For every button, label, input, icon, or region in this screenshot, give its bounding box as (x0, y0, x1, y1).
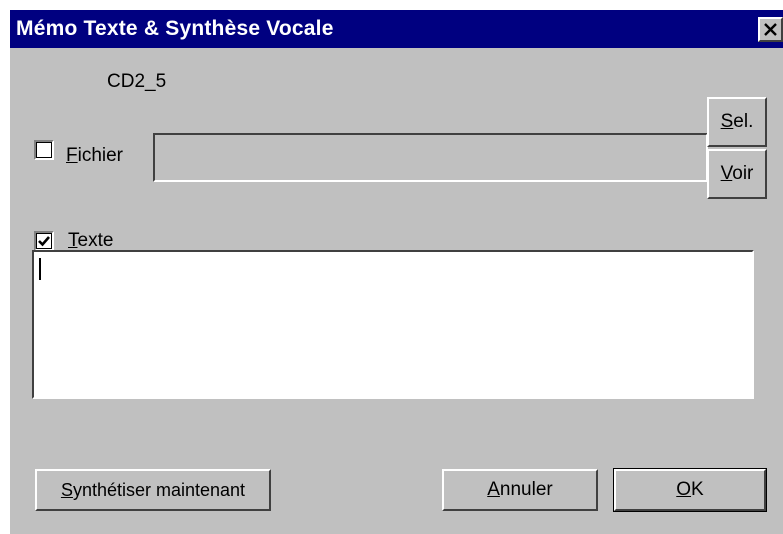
texte-label-text: exte (77, 230, 114, 251)
title-bar[interactable]: Mémo Texte & Synthèse Vocale (10, 10, 783, 48)
texte-label[interactable]: Texte (68, 230, 113, 252)
close-button[interactable] (758, 17, 783, 42)
synth-mnemonic: S (60, 480, 73, 500)
ok-mnemonic: O (676, 479, 692, 500)
voir-label-text: oir (732, 163, 754, 184)
close-icon (764, 23, 777, 36)
annuler-label-text: nnuler (499, 479, 553, 500)
checkmark-icon (38, 236, 50, 247)
select-file-button[interactable]: Sel. (707, 97, 767, 147)
view-file-button[interactable]: Voir (707, 149, 767, 199)
annuler-mnemonic: A (487, 479, 500, 500)
ok-label-text: K (691, 479, 704, 500)
fichier-label[interactable]: Fichier (66, 145, 123, 167)
synth-label-text: ynthétiser maintenant (72, 480, 246, 500)
texte-mnemonic: T (68, 230, 78, 251)
ok-button[interactable]: OK (613, 468, 767, 512)
text-input-area[interactable] (32, 250, 754, 399)
cancel-button[interactable]: Annuler (442, 469, 598, 511)
fichier-path-field (153, 133, 708, 182)
sel-label-text: el. (733, 111, 754, 132)
item-id-label: CD2_5 (107, 71, 167, 92)
dialog-window: Mémo Texte & Synthèse Vocale CD2_5 Fichi… (10, 10, 783, 534)
window-title: Mémo Texte & Synthèse Vocale (16, 17, 334, 40)
sel-mnemonic: S (720, 111, 734, 132)
fichier-label-text: ichier (77, 145, 124, 166)
synthesize-now-button[interactable]: Synthétiser maintenant (35, 469, 271, 511)
text-caret (39, 258, 41, 280)
fichier-checkbox[interactable] (34, 140, 54, 160)
fichier-mnemonic: F (66, 145, 78, 166)
texte-checkbox[interactable] (34, 231, 54, 251)
voir-mnemonic: V (720, 163, 733, 184)
